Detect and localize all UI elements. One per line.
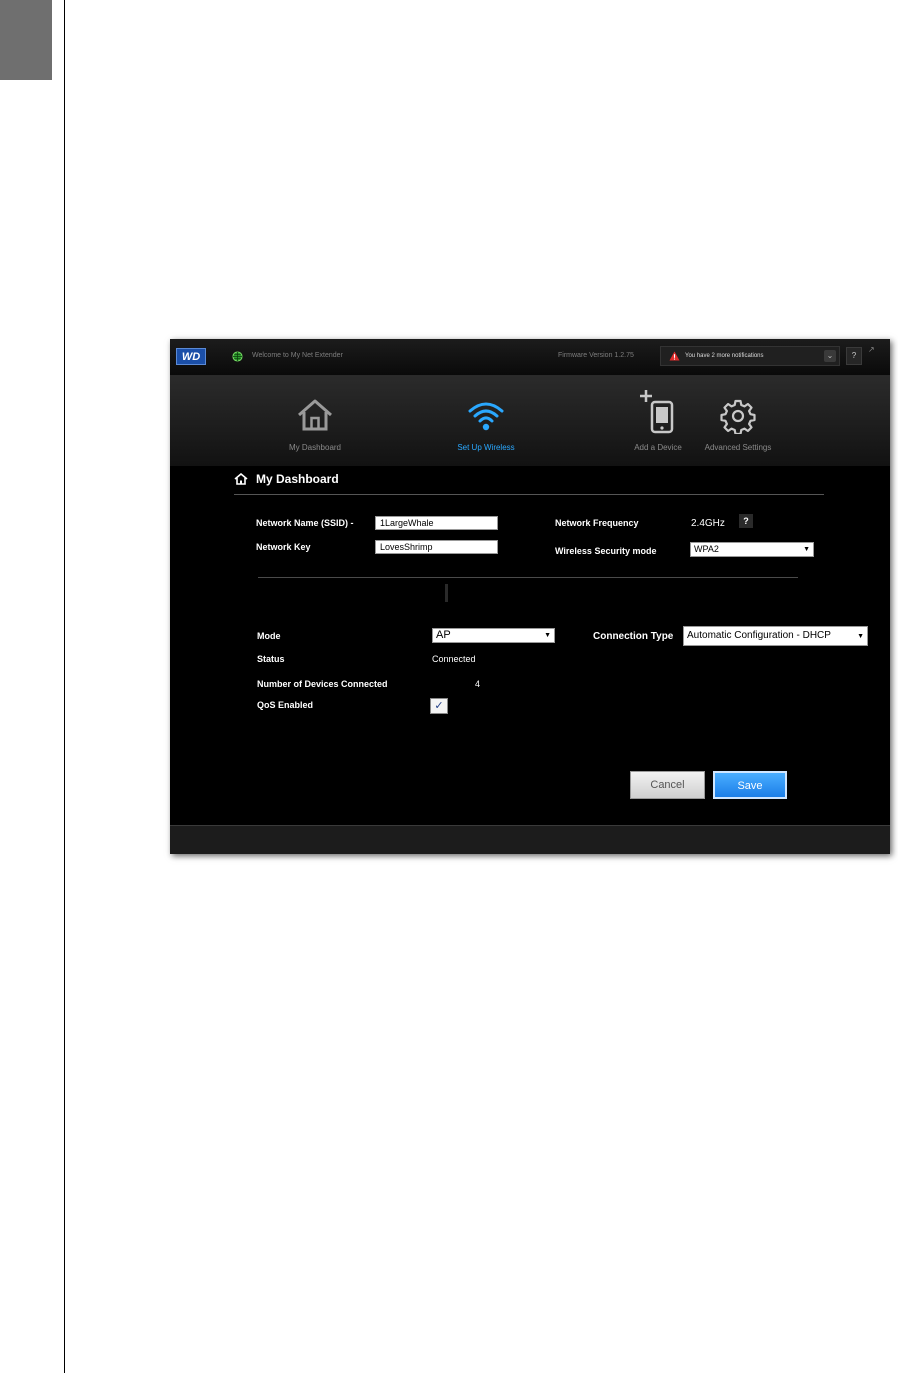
page-margin-rule — [64, 0, 65, 1373]
page-title: My Dashboard — [256, 472, 339, 486]
connection-type-select[interactable]: Automatic Configuration - DHCP ▼ — [683, 626, 868, 646]
security-mode-label: Wireless Security mode — [555, 546, 657, 556]
ssid-label: Network Name (SSID) - — [256, 518, 354, 528]
devices-connected-label: Number of Devices Connected — [257, 679, 388, 689]
add-device-icon — [640, 390, 674, 434]
ssid-input[interactable]: 1LargeWhale — [375, 516, 498, 530]
security-mode-select[interactable]: WPA2 ▼ — [690, 542, 814, 557]
mode-label: Mode — [257, 631, 281, 641]
network-frequency-label: Network Frequency — [555, 518, 639, 528]
app-window: WD Welcome to My Net Extender Firmware V… — [170, 339, 890, 854]
network-key-input[interactable]: LovesShrimp — [375, 540, 498, 554]
devices-connected-value: 4 — [475, 679, 481, 689]
dropdown-arrow-icon: ▼ — [857, 633, 864, 640]
nav-item-my-dashboard[interactable]: My Dashboard — [255, 376, 375, 466]
connection-type-value: Automatic Configuration - DHCP — [687, 630, 831, 641]
wifi-icon — [468, 402, 504, 431]
divider — [258, 577, 798, 578]
qos-label: QoS Enabled — [257, 700, 314, 710]
dropdown-arrow-icon: ▼ — [544, 632, 551, 639]
qos-checkbox[interactable]: ✓ — [430, 698, 448, 714]
nav-item-advanced-settings[interactable]: Advanced Settings — [678, 376, 798, 466]
dropdown-arrow-icon: ▼ — [803, 546, 810, 553]
globe-icon — [232, 351, 243, 362]
nav-label: Set Up Wireless — [457, 443, 515, 452]
connection-type-label: Connection Type — [593, 631, 674, 642]
nav-label: Advanced Settings — [704, 443, 772, 452]
nav-label: My Dashboard — [288, 443, 342, 452]
popout-icon[interactable]: ↗ — [868, 345, 878, 355]
help-icon[interactable]: ? — [739, 514, 753, 528]
save-button[interactable]: Save — [713, 771, 787, 799]
home-icon — [234, 473, 248, 485]
wd-logo: WD — [176, 348, 206, 365]
mode-value: AP — [436, 629, 451, 641]
mode-select[interactable]: AP ▼ — [432, 628, 555, 643]
top-bar: WD Welcome to My Net Extender Firmware V… — [170, 339, 890, 376]
network-key-label: Network Key — [256, 542, 311, 552]
cancel-button[interactable]: Cancel — [630, 771, 705, 799]
main-nav: My Dashboard Set Up Wireless Add a Devic… — [170, 376, 890, 466]
home-icon — [298, 399, 332, 431]
divider-tick — [445, 584, 448, 602]
nav-item-set-up-wireless[interactable]: Set Up Wireless — [426, 376, 546, 466]
help-button[interactable]: ? — [846, 347, 862, 365]
page-side-tab — [0, 0, 52, 80]
status-value: Connected — [432, 654, 476, 664]
welcome-text: Welcome to My Net Extender — [252, 352, 343, 359]
status-label: Status — [257, 654, 285, 664]
warning-icon — [669, 351, 680, 361]
chevron-down-icon[interactable]: ⌄ — [824, 350, 836, 362]
divider — [234, 494, 824, 495]
network-frequency-value: 2.4GHz — [691, 518, 725, 529]
bottom-bar — [170, 825, 890, 854]
security-mode-value: WPA2 — [694, 544, 719, 554]
gear-icon — [720, 399, 756, 434]
firmware-version: Firmware Version 1.2.75 — [558, 352, 634, 359]
notification-bar[interactable]: You have 2 more notifications ⌄ — [660, 346, 840, 366]
notification-text: You have 2 more notifications — [685, 353, 764, 359]
